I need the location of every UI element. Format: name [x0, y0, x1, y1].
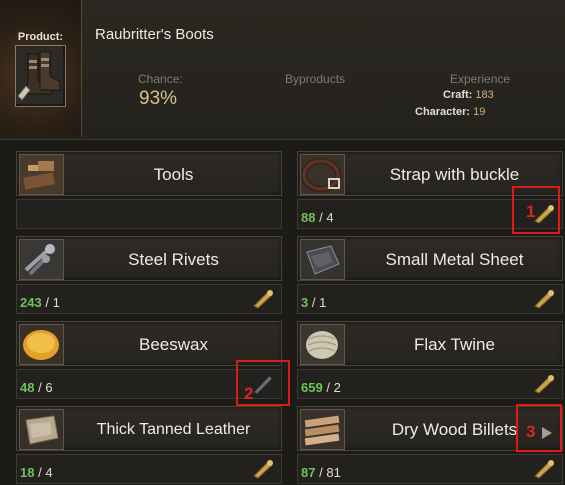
ingredient-count-bar: 243 / 1 [16, 284, 282, 314]
ingredient-count: 48 / 6 [20, 380, 53, 395]
annotation-marker-3: 3 [516, 404, 562, 452]
chance-value: 93% [139, 88, 178, 109]
have-count: 3 [301, 295, 309, 310]
need-count: 81 [326, 465, 341, 480]
craft-exp: Craft: 183 [443, 89, 494, 101]
have-count: 659 [301, 380, 323, 395]
character-exp: Character: 19 [415, 106, 485, 118]
ingredient-count-bar: 18 / 4 [16, 454, 282, 484]
need-count: 4 [326, 210, 334, 225]
product-name: Raubritter's Boots [95, 26, 214, 43]
scroll-icon[interactable] [532, 374, 556, 394]
craft-exp-value: 183 [475, 89, 494, 101]
ingredient-name: Small Metal Sheet [385, 249, 524, 269]
marker-number: 1 [526, 202, 536, 221]
ingredient-name-bar: Flax Twine [297, 321, 563, 366]
ingredient-card[interactable]: Flax Twine 659 / 2 [297, 321, 563, 399]
byproducts-label[interactable]: Byproducts [285, 72, 345, 86]
ingredient-name-bar: Small Metal Sheet [297, 236, 563, 281]
scroll-icon[interactable] [532, 289, 556, 309]
character-exp-label: Character: [415, 106, 471, 118]
ingredient-name: Flax Twine [414, 334, 495, 354]
count-separator: / [319, 210, 323, 225]
experience-label: Experience [450, 72, 511, 86]
ingredient-card[interactable]: Tools [16, 151, 282, 229]
ingredient-count: 3 / 1 [301, 295, 326, 310]
ingredient-name: Tools [153, 164, 194, 184]
rivets-icon [19, 239, 64, 280]
marker-number: 3 [526, 422, 536, 441]
craft-exp-label: Craft: [443, 89, 473, 101]
need-count: 2 [333, 380, 341, 395]
need-count: 4 [45, 465, 53, 480]
count-separator: / [311, 295, 316, 310]
count-separator: / [326, 380, 330, 395]
strap-icon [300, 154, 345, 195]
metal-sheet-icon [300, 239, 345, 280]
have-count: 48 [20, 380, 35, 395]
wood-icon [300, 409, 345, 450]
ingredient-name: Steel Rivets [128, 249, 219, 269]
ingredient-card[interactable]: Steel Rivets 243 / 1 [16, 236, 282, 314]
marker-number: 2 [244, 384, 254, 403]
ingredient-count-bar: 87 / 81 [297, 454, 563, 484]
chance-label: Chance: [138, 72, 183, 86]
have-count: 88 [301, 210, 316, 225]
ingredient-name-bar: Tools [16, 151, 282, 196]
leather-icon [19, 409, 64, 450]
ingredient-count: 87 / 81 [301, 465, 341, 480]
product-panel: Product: [0, 0, 82, 137]
character-exp-value: 19 [473, 106, 486, 118]
need-count: 1 [319, 295, 327, 310]
annotation-marker-2: 2 [236, 360, 290, 406]
ingredient-count-bar [16, 199, 282, 229]
boots-icon [16, 46, 63, 104]
recipe-header: Product: Raubritter's Boots Chance: 93% … [0, 0, 565, 140]
ingredient-count: 18 / 4 [20, 465, 53, 480]
ingredient-card[interactable]: Small Metal Sheet 3 / 1 [297, 236, 563, 314]
annotation-marker-1: 1 [512, 186, 560, 234]
ingredient-name-bar: Steel Rivets [16, 236, 282, 281]
ingredient-name-bar: Thick Tanned Leather [16, 406, 282, 451]
tools-icon [19, 154, 64, 195]
ingredient-count: 243 / 1 [20, 295, 60, 310]
ingredient-count-bar: 3 / 1 [297, 284, 563, 314]
count-separator: / [38, 465, 42, 480]
scroll-icon[interactable] [532, 459, 556, 479]
scroll-icon[interactable] [251, 289, 275, 309]
scroll-icon[interactable] [251, 459, 275, 479]
product-slot[interactable] [15, 45, 66, 107]
need-count: 1 [52, 295, 60, 310]
count-separator: / [319, 465, 323, 480]
have-count: 243 [20, 295, 42, 310]
ingredient-card[interactable]: Thick Tanned Leather 18 / 4 [16, 406, 282, 484]
ingredient-count-bar: 659 / 2 [297, 369, 563, 399]
twine-icon [300, 324, 345, 365]
need-count: 6 [45, 380, 53, 395]
product-label: Product: [17, 31, 64, 43]
have-count: 87 [301, 465, 316, 480]
have-count: 18 [20, 465, 35, 480]
count-separator: / [38, 380, 42, 395]
count-separator: / [45, 295, 49, 310]
ingredient-name: Thick Tanned Leather [96, 420, 251, 438]
beeswax-icon [19, 324, 64, 365]
ingredient-count: 88 / 4 [301, 210, 334, 225]
ingredient-count: 659 / 2 [301, 380, 341, 395]
